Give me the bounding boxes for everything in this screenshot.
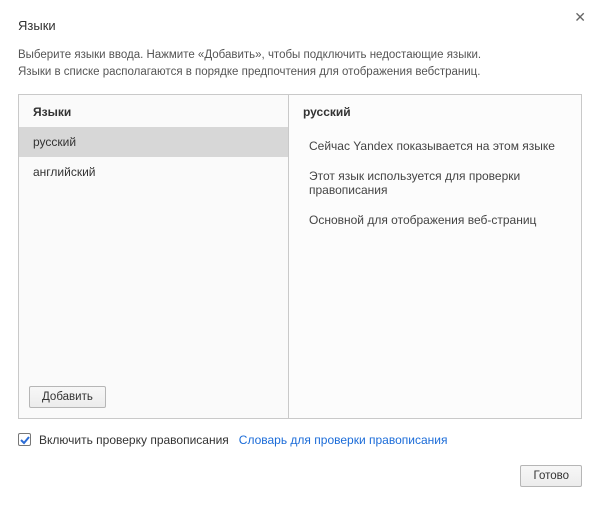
language-detail-list: Сейчас Yandex показывается на этом языке… [289, 127, 581, 239]
language-list-header: Языки [19, 95, 288, 127]
language-dialog: ✕ Языки Выберите языки ввода. Нажмите «Д… [0, 0, 600, 512]
detail-spellcheck-language: Этот язык используется для проверки прав… [303, 161, 567, 205]
instructions-line-1: Выберите языки ввода. Нажмите «Добавить»… [18, 49, 481, 61]
language-item-russian[interactable]: русский [19, 127, 288, 157]
add-language-button[interactable]: Добавить [29, 386, 106, 408]
dialog-title: Языки [18, 18, 582, 33]
language-item-english[interactable]: английский [19, 157, 288, 187]
dialog-instructions: Выберите языки ввода. Нажмите «Добавить»… [18, 47, 582, 82]
checkmark-icon [20, 435, 30, 445]
spellcheck-dictionary-link[interactable]: Словарь для проверки правописания [239, 433, 448, 447]
panels-container: Языки русский английский Добавить русски… [18, 94, 582, 419]
language-list-panel: Языки русский английский Добавить [19, 95, 289, 418]
language-detail-panel: русский Сейчас Yandex показывается на эт… [289, 95, 581, 418]
enable-spellcheck-checkbox[interactable] [18, 433, 31, 446]
language-list: русский английский [19, 127, 288, 378]
detail-primary-webpage-language: Основной для отображения веб-страниц [303, 205, 567, 235]
spellcheck-footer-row: Включить проверку правописания Словарь д… [18, 433, 582, 447]
enable-spellcheck-label: Включить проверку правописания [39, 433, 229, 447]
detail-display-language: Сейчас Yandex показывается на этом языке [303, 131, 567, 161]
instructions-line-2: Языки в списке располагаются в порядке п… [18, 66, 480, 78]
language-detail-header: русский [289, 95, 581, 127]
done-row: Готово [18, 465, 582, 487]
add-language-row: Добавить [19, 378, 288, 418]
done-button[interactable]: Готово [520, 465, 582, 487]
close-icon[interactable]: ✕ [574, 10, 586, 24]
